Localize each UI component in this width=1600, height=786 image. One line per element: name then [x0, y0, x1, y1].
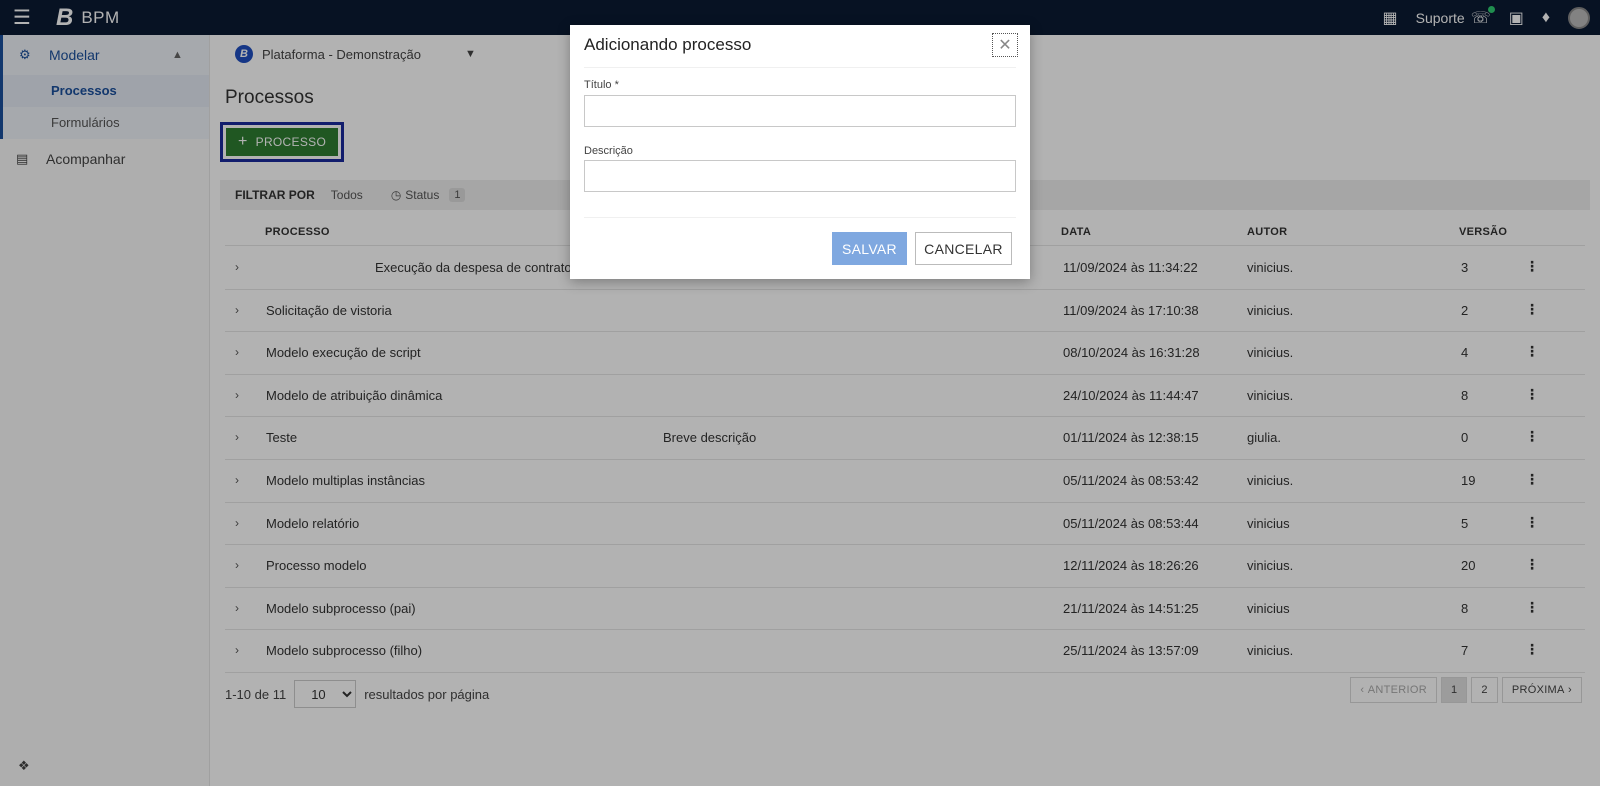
save-button[interactable]: SALVAR: [832, 232, 907, 265]
dialog-footer-divider: [584, 217, 1016, 218]
cancel-button[interactable]: CANCELAR: [915, 232, 1012, 265]
title-field-label: Título *: [584, 79, 619, 91]
dialog-title: Adicionando processo: [584, 35, 752, 54]
close-icon[interactable]: ✕: [992, 33, 1018, 57]
dialog-divider: [584, 67, 1016, 68]
description-field-label: Descrição: [584, 145, 633, 157]
title-input[interactable]: [584, 95, 1016, 127]
description-input[interactable]: [584, 160, 1016, 192]
add-process-dialog: Adicionando processo ✕ Título * Descriçã…: [570, 25, 1030, 279]
